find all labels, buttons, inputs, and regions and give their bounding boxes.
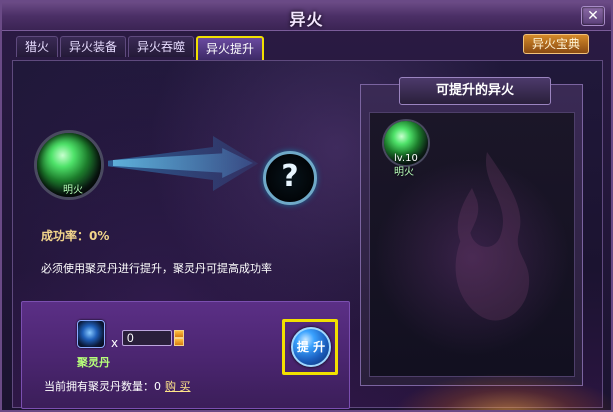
question-mark-icon: ? <box>263 151 317 205</box>
main-window: 异火 ✕ 猎火 异火装备 异火吞噬 异火提升 异火宝典 明火 ? 成功率：0% … <box>0 0 613 412</box>
material-name: 聚灵丹 <box>77 356 110 369</box>
fire-name: 明火 <box>394 167 414 178</box>
upgradeable-fire-panel: 可提升的异火 lv.10 明火 <box>360 77 583 386</box>
upgrade-area: 明火 ? 成功率：0% 必须使用聚灵丹进行提升，聚灵丹可提高成功率 聚灵丹 x … <box>13 61 358 409</box>
main-panel: 明火 ? 成功率：0% 必须使用聚灵丹进行提升，聚灵丹可提高成功率 聚灵丹 x … <box>12 60 611 410</box>
multiply-sign: x <box>111 336 119 350</box>
upgrade-button-highlight: 提 升 <box>282 319 338 375</box>
owned-label: 当前拥有聚灵丹数量： <box>44 380 154 393</box>
upgrade-button[interactable]: 提 升 <box>291 327 331 367</box>
title-bar: 异火 ✕ <box>2 2 611 31</box>
increment-arrow-icon[interactable] <box>174 330 184 338</box>
tab-bar: 猎火 异火装备 异火吞噬 异火提升 <box>16 36 265 62</box>
material-panel: 聚灵丹 x 当前拥有聚灵丹数量：0 购 买 提 升 <box>21 301 350 409</box>
quantity-input[interactable] <box>122 330 172 346</box>
buy-link[interactable]: 购 买 <box>165 380 191 393</box>
owned-material-count: 当前拥有聚灵丹数量：0 购 买 <box>44 378 191 394</box>
current-fire-name: 明火 <box>63 185 83 196</box>
upgrade-hint-text: 必须使用聚灵丹进行提升，聚灵丹可提高成功率 <box>41 262 272 275</box>
quantity-stepper[interactable] <box>174 330 184 346</box>
close-button[interactable]: ✕ <box>581 6 605 26</box>
tab-liehuo[interactable]: 猎火 <box>16 36 59 57</box>
tab-yihuo-tunshi[interactable]: 异火吞噬 <box>128 36 195 57</box>
bottom-glow <box>393 373 611 410</box>
yihuo-baodian-button[interactable]: 异火宝典 <box>523 34 589 54</box>
success-rate: 成功率：0% <box>41 227 109 244</box>
window-title: 异火 <box>289 10 324 29</box>
success-rate-value: 0% <box>89 229 110 243</box>
blue-orb-icon <box>77 320 105 348</box>
flame-watermark-icon <box>455 152 530 321</box>
tab-yihuo-tisheng[interactable]: 异火提升 <box>196 36 265 62</box>
upgradeable-fire-list: lv.10 明火 <box>369 112 575 377</box>
tab-yihuo-zhuangbei[interactable]: 异火装备 <box>60 36 127 57</box>
owned-value: 0 <box>154 380 161 393</box>
success-rate-label: 成功率： <box>41 229 90 243</box>
upgradeable-fire-title: 可提升的异火 <box>399 77 551 105</box>
decrement-arrow-icon[interactable] <box>174 338 184 346</box>
